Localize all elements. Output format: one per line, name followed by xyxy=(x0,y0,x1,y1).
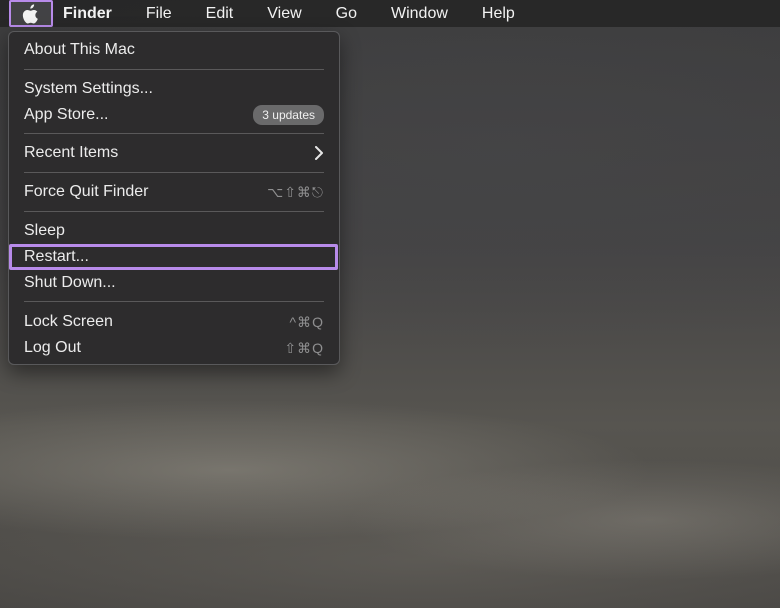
menu-item-recent-items[interactable]: Recent Items xyxy=(24,141,324,165)
menu-edit[interactable]: Edit xyxy=(206,5,234,23)
menu-item-force-quit-finder[interactable]: Force Quit Finder ⌥⇧⌘⎋ xyxy=(24,180,324,204)
menu-go[interactable]: Go xyxy=(336,5,357,23)
menu-item-label: Shut Down... xyxy=(24,274,116,291)
menu-item-label: Force Quit Finder xyxy=(24,183,149,200)
apple-menu-button[interactable] xyxy=(9,0,53,27)
menu-item-system-settings[interactable]: System Settings... xyxy=(24,77,324,101)
menu-separator xyxy=(24,301,324,302)
menu-separator xyxy=(24,133,324,134)
keyboard-shortcut: ⌥⇧⌘⎋ xyxy=(267,183,324,200)
menu-finder[interactable]: Finder xyxy=(63,5,112,23)
menu-separator xyxy=(24,172,324,173)
menu-item-sleep[interactable]: Sleep xyxy=(24,219,324,243)
menu-view[interactable]: View xyxy=(267,5,301,23)
apple-logo-icon xyxy=(22,3,38,24)
menu-help[interactable]: Help xyxy=(482,5,515,23)
menu-item-lock-screen[interactable]: Lock Screen ^⌘Q xyxy=(24,310,324,334)
menu-item-log-out[interactable]: Log Out ⇧⌘Q xyxy=(24,336,324,360)
keyboard-shortcut: ⇧⌘Q xyxy=(284,339,324,356)
menu-separator xyxy=(24,69,324,70)
menu-bar: Finder File Edit View Go Window Help xyxy=(0,0,780,27)
keyboard-shortcut: ^⌘Q xyxy=(289,313,324,330)
menu-item-label: Recent Items xyxy=(24,144,119,161)
menu-item-label: About This Mac xyxy=(24,41,135,58)
menu-item-label: Lock Screen xyxy=(24,313,113,330)
menu-window[interactable]: Window xyxy=(391,5,448,23)
menu-item-label: Log Out xyxy=(24,339,81,356)
updates-badge: 3 updates xyxy=(253,105,324,125)
menu-item-label: Sleep xyxy=(24,222,65,239)
menu-item-shut-down[interactable]: Shut Down... xyxy=(24,271,324,295)
restart-highlight-box xyxy=(9,244,338,270)
menu-file[interactable]: File xyxy=(146,5,172,23)
chevron-right-icon xyxy=(315,146,323,160)
desktop: Finder File Edit View Go Window Help Abo… xyxy=(0,0,780,608)
menu-item-label: System Settings... xyxy=(24,80,153,97)
menu-item-label: App Store... xyxy=(24,106,109,123)
menu-item-app-store[interactable]: App Store... 3 updates xyxy=(24,103,324,127)
menu-separator xyxy=(24,211,324,212)
apple-menu-dropdown: About This Mac System Settings... App St… xyxy=(8,31,340,365)
menu-item-about-this-mac[interactable]: About This Mac xyxy=(24,38,324,62)
